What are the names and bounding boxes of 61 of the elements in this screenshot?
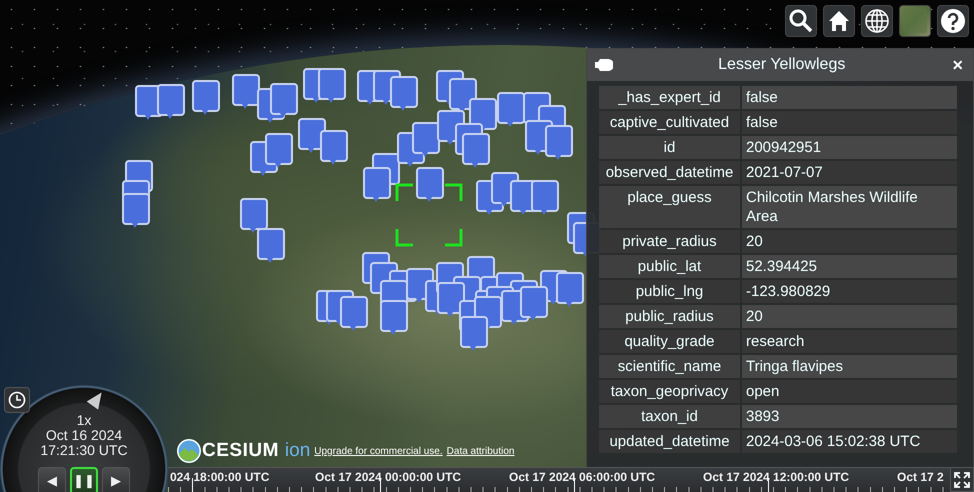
property-value: Tringa flavipes [742, 355, 957, 378]
property-value: 52.394425 [742, 255, 957, 278]
timeline-label: Oct 17 2024 12:00:00 UTC [703, 470, 850, 484]
pause-button[interactable]: ❚❚ [70, 467, 98, 492]
globe-button[interactable] [861, 5, 893, 37]
property-value: -123.980829 [742, 280, 957, 303]
property-name: place_guess [599, 186, 740, 228]
property-name: public_lat [599, 255, 740, 278]
property-name: _has_expert_id [599, 86, 740, 109]
property-name: taxon_geoprivacy [599, 380, 740, 403]
date-label: Oct 16 2024 [46, 428, 122, 443]
property-value: 2024-03-06 15:02:38 UTC [742, 430, 957, 453]
speed-label: 1x [76, 413, 92, 428]
property-value: research [742, 330, 957, 353]
play-button[interactable]: ▶ [102, 467, 130, 492]
time-label: 17:21:30 UTC [40, 443, 128, 458]
search-icon [788, 8, 814, 34]
property-name: scientific_name [599, 355, 740, 378]
selection-reticle-icon [395, 183, 463, 247]
property-value: open [742, 380, 957, 403]
infobox-title: Lesser Yellowlegs [717, 56, 846, 74]
timeline-label: Oct 17 2 [897, 470, 944, 484]
property-name: taxon_id [599, 405, 740, 428]
property-value: false [742, 111, 957, 134]
property-value: 200942951 [742, 136, 957, 159]
property-name: updated_datetime [599, 430, 740, 453]
search-button[interactable] [785, 5, 817, 37]
clock-icon [8, 391, 26, 409]
help-icon [940, 8, 966, 34]
help-button[interactable] [937, 5, 969, 37]
property-name: id [599, 136, 740, 159]
property-value: false [742, 86, 957, 109]
reverse-button[interactable]: ◀ [38, 467, 66, 492]
camera-icon[interactable] [595, 59, 613, 71]
property-value: Chilcotin Marshes Wildlife Area [742, 186, 957, 228]
timeline-label: Oct 17 2024 00:00:00 UTC [315, 470, 462, 484]
globe-icon [864, 8, 890, 34]
property-name: public_radius [599, 305, 740, 328]
imagery-thumbnail-icon [902, 8, 928, 34]
imagery-button[interactable] [899, 5, 931, 37]
timeline-label: Oct 17 2024 06:00:00 UTC [509, 470, 656, 484]
property-value: 3893 [742, 405, 957, 428]
cesium-logo-icon [176, 438, 202, 464]
property-name: observed_datetime [599, 161, 740, 184]
credit-link[interactable]: Upgrade for commercial use. [314, 446, 443, 456]
property-name: private_radius [599, 230, 740, 253]
logo-text: CESIUM [202, 440, 279, 462]
timeline-label: 024 18:00:00 UTC [170, 470, 270, 484]
fullscreen-button[interactable] [950, 467, 974, 492]
property-value: 20 [742, 230, 957, 253]
fullscreen-icon [953, 470, 971, 488]
clock-button[interactable] [4, 387, 30, 413]
property-value: 2021-07-07 [742, 161, 957, 184]
property-name: public_lng [599, 280, 740, 303]
home-button[interactable] [823, 5, 855, 37]
property-name: quality_grade [599, 330, 740, 353]
property-name: captive_cultivated [599, 111, 740, 134]
property-value: 20 [742, 305, 957, 328]
credit-link[interactable]: Data attribution [446, 446, 514, 456]
logo-suffix: ion [284, 440, 310, 462]
close-button[interactable]: × [950, 54, 965, 76]
